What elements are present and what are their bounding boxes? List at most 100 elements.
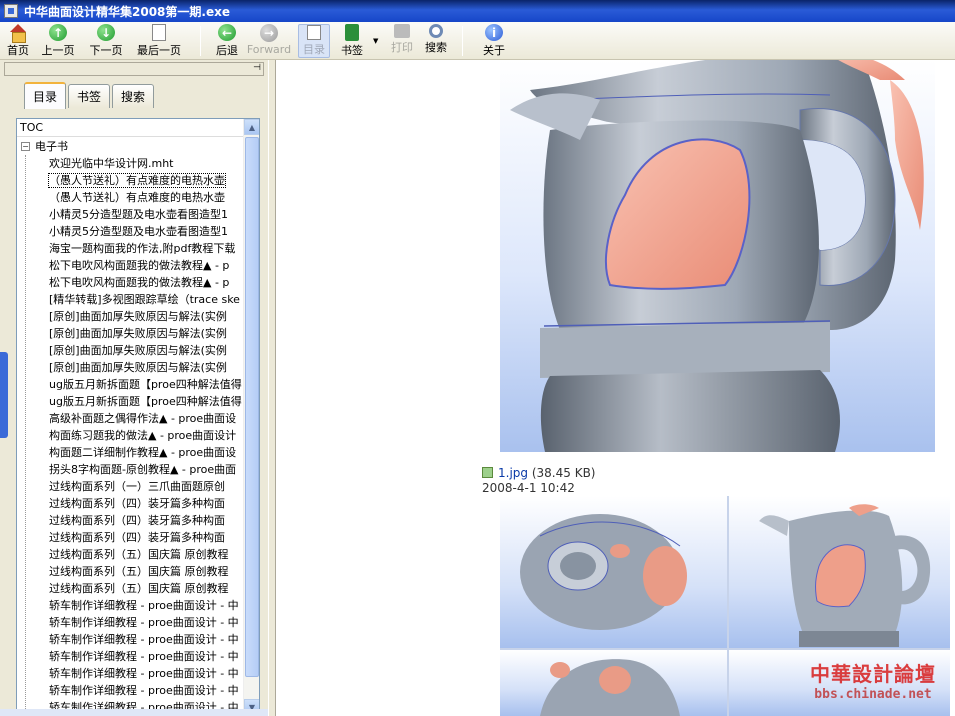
next-page-label: 下一页 xyxy=(89,44,123,57)
forward-button[interactable]: → Forward xyxy=(246,24,292,58)
toolbar-separator xyxy=(462,26,463,56)
window-title: 中华曲面设计精华集2008第一期.exe xyxy=(24,4,230,19)
toc-item[interactable]: 轿车制作详细教程 - proe曲面设计 - 中 xyxy=(17,597,244,614)
toc-item[interactable]: 过线构面系列（一）三爪曲面题原创 xyxy=(17,478,244,495)
next-page-button[interactable]: ↓ 下一页 xyxy=(86,24,126,58)
back-label: 后退 xyxy=(216,44,238,57)
toc-icon xyxy=(307,25,321,40)
forward-label: Forward xyxy=(246,43,292,56)
toc-item[interactable]: 小精灵5分造型题及电水壶看图造型1 xyxy=(17,206,244,223)
toc-item[interactable]: [原创]曲面加厚失败原因与解法(实例 xyxy=(17,342,244,359)
toc-item[interactable]: [原创]曲面加厚失败原因与解法(实例 xyxy=(17,359,244,376)
toc-item[interactable]: ug版五月新拆面题【proe四种解法值得 xyxy=(17,393,244,410)
toc-item-label: 海宝一题构面我的作法,附pdf教程下载 xyxy=(49,242,236,255)
toc-item-label: 过线构面系列（四）装牙篇多种构面 xyxy=(49,497,225,510)
toc-item[interactable]: [原创]曲面加厚失败原因与解法(实例 xyxy=(17,325,244,342)
app-icon xyxy=(4,4,18,18)
toolbar: 首页 ↑ 上一页 ↓ 下一页 最后一页 ← 后退 → Forward 目录 书签… xyxy=(0,22,955,60)
title-bar: 中华曲面设计精华集2008第一期.exe xyxy=(0,0,955,22)
print-button[interactable]: 打印 xyxy=(388,24,416,58)
toc-item[interactable]: 松下电吹风构面题我的做法教程▲ - p xyxy=(17,257,244,274)
tab-toc[interactable]: 目录 xyxy=(24,82,66,109)
toc-item-label: 轿车制作详细教程 - proe曲面设计 - 中 xyxy=(49,616,239,629)
toc-item-label: 构面练习题我的做法▲ - proe曲面设计 xyxy=(49,429,237,442)
toc-item[interactable]: 轿车制作详细教程 - proe曲面设计 - 中 xyxy=(17,648,244,665)
toc-item[interactable]: 欢迎光临中华设计网.mht xyxy=(17,155,244,172)
toc-item[interactable]: 高级补面题之偶得作法▲ - proe曲面设 xyxy=(17,410,244,427)
toc-item[interactable]: ug版五月新拆面题【proe四种解法值得 xyxy=(17,376,244,393)
bookmark-label: 书签 xyxy=(341,44,363,57)
prev-page-button[interactable]: ↑ 上一页 xyxy=(38,24,78,58)
toc-item[interactable]: 构面练习题我的做法▲ - proe曲面设计 xyxy=(17,427,244,444)
arrow-right-icon: → xyxy=(260,24,278,42)
pane-splitter[interactable] xyxy=(268,60,276,716)
toc-item-label: 过线构面系列（一）三爪曲面题原创 xyxy=(49,480,225,493)
toc-item-label: 轿车制作详细教程 - proe曲面设计 - 中 xyxy=(49,633,239,646)
kettle-front-view xyxy=(729,650,950,716)
file-size: (38.45 KB) xyxy=(531,466,596,480)
toc-button[interactable]: 目录 xyxy=(298,24,330,58)
toc-item[interactable]: [精华转载]多视图跟踪草绘（trace ske xyxy=(17,291,244,308)
toc-item-label: 过线构面系列（五）国庆篇 原创教程 xyxy=(49,565,229,578)
toc-item[interactable]: 过线构面系列（四）装牙篇多种构面 xyxy=(17,529,244,546)
toc-item-label: 过线构面系列（四）装牙篇多种构面 xyxy=(49,514,225,527)
tab-search[interactable]: 搜索 xyxy=(112,84,154,108)
toc-item[interactable]: 过线构面系列（四）装牙篇多种构面 xyxy=(17,495,244,512)
toc-item[interactable]: （愚人节送礼）有点难度的电热水壶 xyxy=(17,189,244,206)
home-icon xyxy=(9,24,27,43)
toc-scrollbar[interactable]: ▲ ▼ xyxy=(243,119,259,715)
info-icon: i xyxy=(485,24,503,41)
about-label: 关于 xyxy=(483,44,505,57)
toc-item-label: 松下电吹风构面题我的做法教程▲ - p xyxy=(49,276,230,289)
toc-item[interactable]: 构面题二详细制作教程▲ - proe曲面设 xyxy=(17,444,244,461)
navigation-pane: ⊣ 目录 书签 搜索 TOC − 电子书 欢迎光临中华设计网.mht （愚人节送礼… xyxy=(0,60,268,716)
toc-item-label: [原创]曲面加厚失败原因与解法(实例 xyxy=(49,344,227,357)
tree-root[interactable]: − 电子书 xyxy=(17,138,244,155)
toc-item-label: 欢迎光临中华设计网.mht xyxy=(49,157,174,170)
pin-icon[interactable]: ⊣ xyxy=(253,63,261,73)
bookmark-button[interactable]: 书签 xyxy=(338,24,366,58)
toc-item[interactable]: 轿车制作详细教程 - proe曲面设计 - 中 xyxy=(17,665,244,682)
toc-tree: − 电子书 欢迎光临中华设计网.mht （愚人节送礼）有点难度的电热水壶 （愚人节送… xyxy=(17,138,244,715)
arrow-left-icon: ← xyxy=(218,24,236,41)
toc-item[interactable]: 过线构面系列（五）国庆篇 原创教程 xyxy=(17,563,244,580)
search-label: 搜索 xyxy=(425,41,447,54)
arrow-up-icon: ↑ xyxy=(49,24,67,41)
toc-item[interactable]: 过线构面系列（五）国庆篇 原创教程 xyxy=(17,546,244,563)
toc-item-label: 过线构面系列（四）装牙篇多种构面 xyxy=(49,531,225,544)
kettle-bottom-view xyxy=(500,650,727,716)
home-button[interactable]: 首页 xyxy=(4,24,32,58)
collapse-handle[interactable] xyxy=(0,352,8,438)
toc-item[interactable]: 轿车制作详细教程 - proe曲面设计 - 中 xyxy=(17,614,244,631)
toc-item-label: 过线构面系列（五）国庆篇 原创教程 xyxy=(49,548,229,561)
toc-item[interactable]: （愚人节送礼）有点难度的电热水壶 xyxy=(17,172,244,189)
toc-item-label: 拐头8字构面题-原创教程▲ - proe曲面 xyxy=(49,463,237,476)
toc-item[interactable]: [原创]曲面加厚失败原因与解法(实例 xyxy=(17,308,244,325)
toc-item[interactable]: 海宝一题构面我的作法,附pdf教程下载 xyxy=(17,240,244,257)
toc-item-label: 构面题二详细制作教程▲ - proe曲面设 xyxy=(49,446,237,459)
tab-bookmarks[interactable]: 书签 xyxy=(68,84,110,108)
bookmark-dropdown-arrow-icon[interactable]: ▼ xyxy=(373,37,378,45)
toc-item[interactable]: 轿车制作详细教程 - proe曲面设计 - 中 xyxy=(17,631,244,648)
collapse-icon[interactable]: − xyxy=(21,142,30,151)
prev-page-label: 上一页 xyxy=(41,44,75,57)
bookmark-icon xyxy=(345,24,359,41)
kettle-render-image xyxy=(500,60,935,452)
scroll-thumb[interactable] xyxy=(245,137,259,677)
toc-item[interactable]: 小精灵5分造型题及电水壶看图造型1 xyxy=(17,223,244,240)
toc-item-label: [精华转载]多视图跟踪草绘（trace ske xyxy=(49,293,240,306)
about-button[interactable]: i 关于 xyxy=(480,24,508,58)
search-button[interactable]: 搜索 xyxy=(422,24,450,58)
kettle-views-image xyxy=(500,496,950,716)
kettle-side-view xyxy=(729,496,950,648)
back-button[interactable]: ← 后退 xyxy=(212,24,242,58)
horizontal-scrollbar[interactable] xyxy=(0,709,268,716)
toc-item[interactable]: 拐头8字构面题-原创教程▲ - proe曲面 xyxy=(17,461,244,478)
last-page-button[interactable]: 最后一页 xyxy=(132,24,186,58)
scroll-up-icon[interactable]: ▲ xyxy=(244,119,259,135)
toc-item[interactable]: 轿车制作详细教程 - proe曲面设计 - 中 xyxy=(17,682,244,699)
toc-item[interactable]: 松下电吹风构面题我的做法教程▲ - p xyxy=(17,274,244,291)
toc-item[interactable]: 过线构面系列（四）装牙篇多种构面 xyxy=(17,512,244,529)
file-name-link[interactable]: 1.jpg xyxy=(498,466,528,480)
toc-item[interactable]: 过线构面系列（五）国庆篇 原创教程 xyxy=(17,580,244,597)
